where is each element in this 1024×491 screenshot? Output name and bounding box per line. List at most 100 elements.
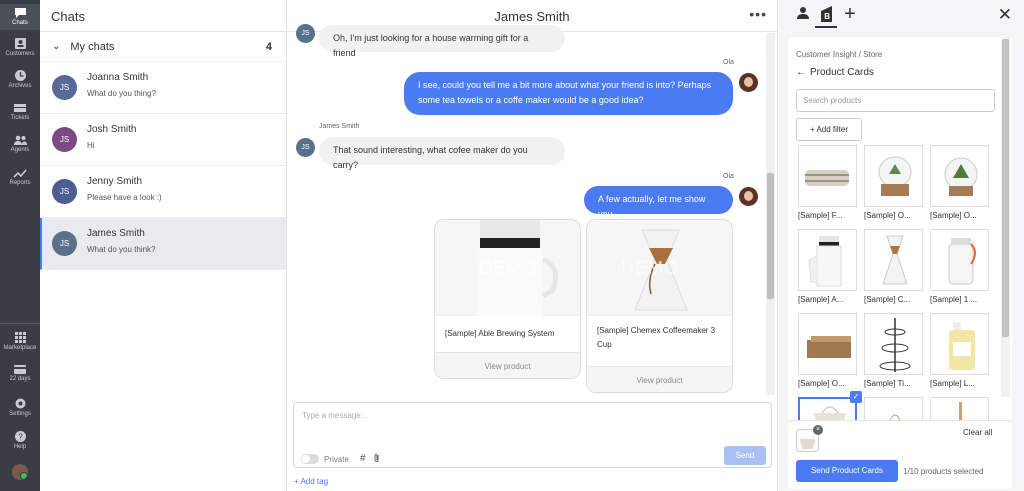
product-tile[interactable] [930, 229, 989, 291]
chat-preview: What do you thing? [87, 89, 156, 98]
hashtag-icon[interactable]: # [360, 453, 366, 464]
user-avatar[interactable] [12, 464, 28, 480]
nav-help[interactable]: ? Help [0, 430, 40, 451]
add-filter-button[interactable]: + Add filter [796, 118, 862, 141]
add-tab-icon[interactable]: + [839, 3, 861, 25]
nav-archives[interactable]: Archives [0, 69, 40, 90]
send-button[interactable]: Send [724, 446, 766, 465]
product-tile-label: [Sample] O... [798, 379, 845, 388]
product-tile[interactable] [864, 229, 923, 291]
private-label: Private [324, 455, 349, 464]
avatar: JS [52, 127, 77, 152]
chat-preview: Hi [87, 141, 95, 150]
nav-agents[interactable]: Agents [0, 134, 40, 154]
product-image: DEMO [587, 220, 732, 316]
breadcrumb[interactable]: Customer Insight / Store [796, 50, 882, 59]
conversation-panel: James Smith ••• JS Oh, I'm just looking … [287, 0, 778, 491]
nav-reports[interactable]: Reports [0, 167, 40, 187]
demo-watermark: DEMO [479, 258, 537, 278]
conversation-scrollbar[interactable] [766, 33, 775, 395]
message-input[interactable]: Type a message... [302, 411, 367, 420]
agents-icon [13, 135, 27, 145]
chevron-down-icon: ⌄ [52, 41, 61, 52]
message-sender: Ola [723, 59, 734, 66]
check-icon: ✓ [850, 391, 862, 403]
product-tile-label: [Sample] O... [864, 211, 911, 220]
details-panel: B + ✕ Customer Insight / Store ← Product … [779, 0, 1024, 491]
send-product-cards-button[interactable]: Send Product Cards [796, 460, 898, 482]
product-cards-panel: Customer Insight / Store ← Product Cards … [788, 37, 1012, 489]
avatar: JS [52, 179, 77, 204]
card-icon [14, 365, 26, 374]
chat-list-panel: Chats ⌄ My chats 4 JS Joanna Smith What … [40, 0, 287, 491]
chat-item-joanna[interactable]: JS Joanna Smith What do you thing? [40, 62, 286, 114]
close-icon[interactable]: ✕ [998, 5, 1012, 25]
product-card: DEMO [Sample] Chemex Coffeemaker 3 Cup V… [586, 219, 733, 393]
nav-label: 22 days [9, 376, 31, 382]
view-product-button[interactable]: View product [587, 367, 732, 392]
app-window: Chats Customers Archives Tickets Agents … [0, 0, 1024, 491]
nav-label: Settings [9, 411, 31, 417]
chat-list-title: Chats [40, 0, 286, 32]
panel-footer: × Clear all Send Product Cards 1/10 prod… [788, 420, 1012, 489]
view-product-button[interactable]: View product [435, 353, 580, 378]
nav-chats[interactable]: Chats [0, 4, 40, 30]
bigcommerce-icon: B [821, 6, 832, 22]
scrollbar-thumb[interactable] [767, 173, 774, 299]
selected-product-thumb: × [796, 425, 823, 452]
chat-item-jenny[interactable]: JS Jenny Smith Please have a look :) [40, 166, 286, 218]
tab-bigcommerce[interactable]: B [815, 6, 837, 28]
nav-marketplace[interactable]: Marketplace [0, 331, 40, 352]
product-tile[interactable] [930, 313, 989, 375]
nav-tickets[interactable]: Tickets [0, 102, 40, 122]
chat-preview: What do you think? [87, 245, 156, 254]
more-dots-icon[interactable]: ••• [749, 6, 767, 22]
search-products-input[interactable]: Search products [796, 89, 995, 112]
section-count: 4 [265, 40, 272, 53]
product-tile[interactable] [930, 145, 989, 207]
message-composer: Type a message... Private # Send [293, 402, 772, 468]
left-nav-rail: Chats Customers Archives Tickets Agents … [0, 0, 40, 491]
message-bubble-outgoing: A few actually, let me show you [584, 186, 733, 219]
my-chats-section[interactable]: ⌄ My chats 4 [40, 32, 286, 62]
avatar: JS [52, 75, 77, 100]
grid-icon [14, 332, 26, 343]
add-tag-link[interactable]: + Add tag [294, 477, 328, 486]
chat-item-james[interactable]: JS James Smith What do you think? [40, 218, 286, 270]
back-arrow-icon[interactable]: ← [796, 67, 806, 78]
agent-avatar [739, 187, 758, 206]
product-tile[interactable] [798, 145, 857, 207]
attachment-icon[interactable] [374, 453, 380, 466]
nav-settings[interactable]: Settings [0, 397, 40, 418]
chat-item-josh[interactable]: JS Josh Smith Hi [40, 114, 286, 166]
nav-subscription[interactable]: 22 days [0, 364, 40, 383]
product-tile[interactable] [798, 229, 857, 291]
gear-icon [15, 398, 25, 409]
tab-customer[interactable] [792, 6, 814, 28]
clear-all-link[interactable]: Clear all [963, 427, 993, 439]
rail-divider [0, 323, 40, 324]
message-bubble-incoming: Oh, I'm just looking for a house warming… [319, 25, 565, 58]
private-toggle[interactable] [301, 454, 319, 464]
product-tile[interactable] [864, 145, 923, 207]
clock-icon [14, 70, 26, 81]
help-icon: ? [14, 431, 26, 442]
product-tile[interactable] [864, 313, 923, 375]
nav-customers[interactable]: Customers [0, 37, 40, 58]
chat-icon [14, 8, 26, 18]
customers-icon [14, 38, 26, 49]
remove-icon[interactable]: × [813, 425, 823, 435]
scrollbar-thumb[interactable] [1002, 39, 1009, 337]
message-sender: Ola [723, 173, 734, 180]
product-tile-label: [Sample] A... [798, 295, 844, 304]
chat-name: Joanna Smith [87, 72, 149, 83]
customer-avatar: JS [296, 138, 315, 157]
product-card-title: [Sample] Able Brewing System [435, 316, 580, 353]
svg-text:?: ? [18, 433, 23, 442]
section-label: My chats [70, 40, 115, 53]
product-tile[interactable] [798, 313, 857, 375]
customer-avatar: JS [296, 24, 315, 43]
product-card: DEMO [Sample] Able Brewing System View p… [434, 219, 581, 379]
panel-scrollbar[interactable] [1001, 37, 1010, 397]
product-tile-label: [Sample] C... [864, 295, 911, 304]
